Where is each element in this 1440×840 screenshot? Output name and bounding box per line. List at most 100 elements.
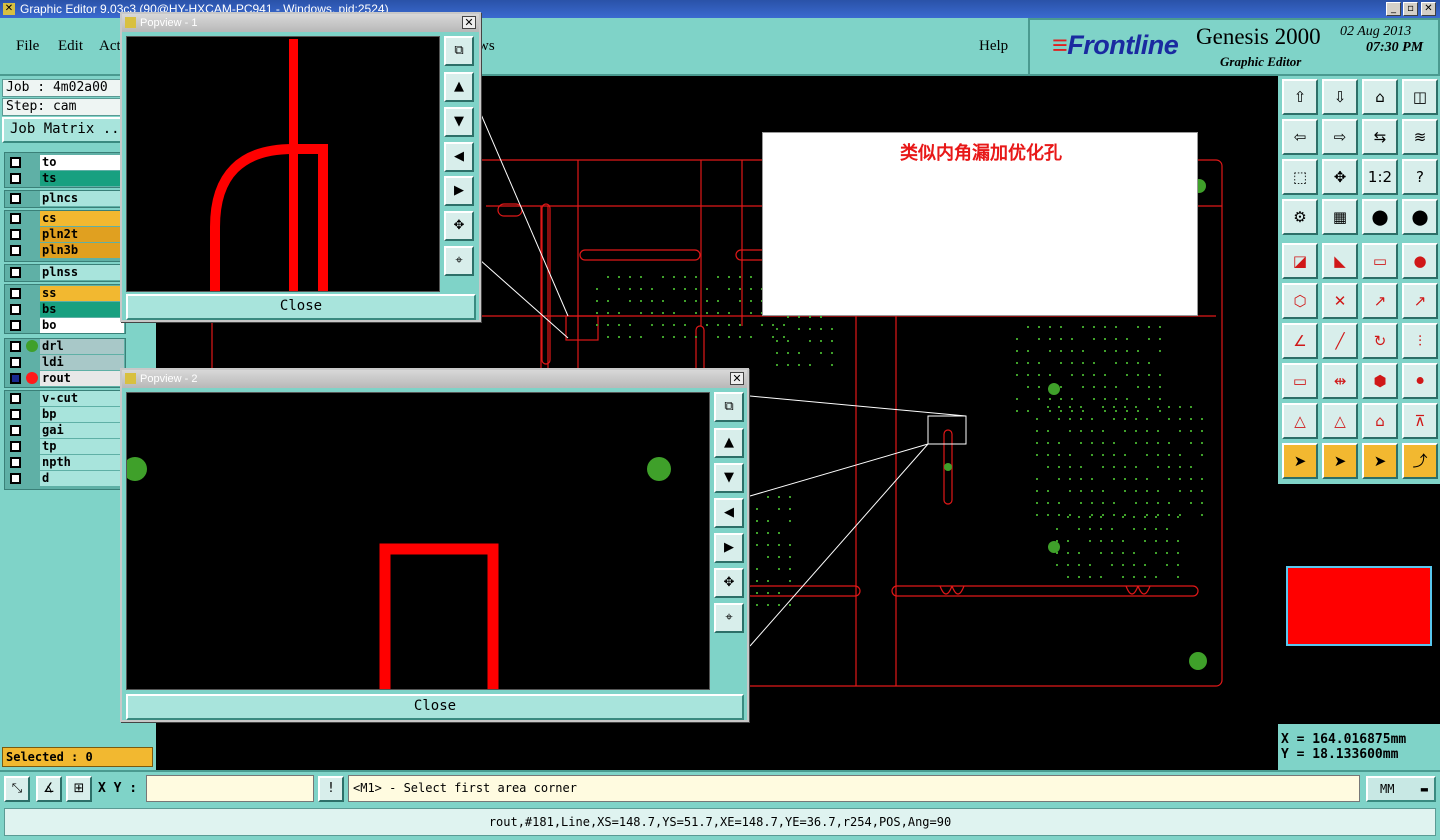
- layer-up-icon[interactable]: ⇧: [1282, 79, 1318, 115]
- layer-checkbox[interactable]: [10, 229, 21, 240]
- popview-left-icon[interactable]: ◀: [444, 142, 474, 172]
- layer-checkbox[interactable]: [10, 245, 21, 256]
- xy-input[interactable]: [146, 775, 314, 802]
- layer-row-d[interactable]: d: [6, 471, 124, 486]
- popview-center-icon[interactable]: ⌖: [444, 246, 474, 276]
- layer-row-pln3b[interactable]: pln3b: [6, 243, 124, 258]
- layer-down-icon[interactable]: ⇩: [1322, 79, 1358, 115]
- center-icon[interactable]: ✥: [1322, 159, 1358, 195]
- home-icon[interactable]: ⌂: [1362, 79, 1398, 115]
- feature-color-icon[interactable]: ⬤: [1362, 199, 1398, 235]
- pointer-box-icon[interactable]: ➤: [1322, 443, 1358, 479]
- layer-row-drl[interactable]: drl: [6, 339, 124, 354]
- layer-checkbox[interactable]: [10, 288, 21, 299]
- layer-checkbox[interactable]: [10, 425, 21, 436]
- fit-icon[interactable]: ⬚: [1282, 159, 1318, 195]
- layer-row-bs[interactable]: bs: [6, 302, 124, 317]
- layer-row-ss[interactable]: ss: [6, 286, 124, 301]
- grid-snap-icon[interactable]: ⊞: [66, 776, 92, 802]
- move-icon[interactable]: ↗: [1402, 283, 1438, 319]
- layer-checkbox[interactable]: [10, 473, 21, 484]
- pointer-icon[interactable]: ➤: [1282, 443, 1318, 479]
- layer-checkbox[interactable]: [10, 373, 21, 384]
- popview-fit-icon[interactable]: ✥: [444, 211, 474, 241]
- layer-row-rout[interactable]: rout: [6, 371, 124, 386]
- layer-checkbox[interactable]: [10, 173, 21, 184]
- layer-row-npth[interactable]: npth: [6, 455, 124, 470]
- layer-row-tp[interactable]: tp: [6, 439, 124, 454]
- move-right-icon[interactable]: ⇨: [1322, 119, 1358, 155]
- popview-close-icon[interactable]: ✕: [730, 372, 744, 385]
- grid-icon[interactable]: ▦: [1322, 199, 1358, 235]
- arch-icon[interactable]: ⌂: [1362, 403, 1398, 439]
- help-icon[interactable]: ?: [1402, 159, 1438, 195]
- feature-red-icon[interactable]: ⬤: [1402, 199, 1438, 235]
- popview-title-bar[interactable]: Popview - 1 ✕: [122, 14, 479, 32]
- popview-close-icon[interactable]: ✕: [462, 16, 476, 29]
- layer-row-cs[interactable]: cs: [6, 211, 124, 226]
- layer-row-pln2t[interactable]: pln2t: [6, 227, 124, 242]
- pad-icon[interactable]: ●: [1402, 243, 1438, 279]
- snake-icon[interactable]: ≋: [1402, 119, 1438, 155]
- bar-icon[interactable]: ⇹: [1322, 363, 1358, 399]
- popview-1-view[interactable]: [126, 36, 440, 292]
- polarity-icon[interactable]: ▭: [1282, 363, 1318, 399]
- move-left-icon[interactable]: ⇦: [1282, 119, 1318, 155]
- menu-help[interactable]: Help: [979, 38, 1008, 55]
- ruler-icon[interactable]: ▭: [1362, 243, 1398, 279]
- layer-checkbox[interactable]: [10, 341, 21, 352]
- close-window-button[interactable]: ✕: [1421, 2, 1436, 16]
- swap-icon[interactable]: ⇆: [1362, 119, 1398, 155]
- pointer-net-icon[interactable]: ⤴: [1402, 443, 1438, 479]
- layer-checkbox[interactable]: [10, 441, 21, 452]
- drag-icon[interactable]: ↗: [1362, 283, 1398, 319]
- tools-icon[interactable]: ⚙: [1282, 199, 1318, 235]
- layer-checkbox[interactable]: [10, 213, 21, 224]
- popview-close-button[interactable]: Close: [126, 694, 744, 720]
- layer-row-bo[interactable]: bo: [6, 318, 124, 333]
- popview-up-icon[interactable]: ▲: [444, 72, 474, 102]
- angle-snap-icon[interactable]: ∡: [36, 776, 62, 802]
- measure-icon[interactable]: ◣: [1322, 243, 1358, 279]
- rotate-icon[interactable]: ↻: [1362, 323, 1398, 359]
- cross-icon[interactable]: ✕: [1322, 283, 1358, 319]
- layer-checkbox[interactable]: [10, 357, 21, 368]
- popview-right-icon[interactable]: ▶: [444, 176, 474, 206]
- layer-row-plnss[interactable]: plnss: [6, 265, 124, 280]
- line-icon[interactable]: ╱: [1322, 323, 1358, 359]
- window-icon[interactable]: ◫: [1402, 79, 1438, 115]
- popview-down-icon[interactable]: ▼: [714, 463, 744, 493]
- maximize-button[interactable]: ▫: [1403, 2, 1418, 16]
- angle-icon[interactable]: ∠: [1282, 323, 1318, 359]
- align-icon[interactable]: ⫶: [1402, 323, 1438, 359]
- units-select[interactable]: MM ▬: [1366, 776, 1436, 802]
- popview-title-bar[interactable]: Popview - 2 ✕: [122, 370, 747, 388]
- menu-edit[interactable]: Edit: [58, 38, 83, 55]
- menu-actions[interactable]: Act: [99, 38, 121, 55]
- layer-row-bp[interactable]: bp: [6, 407, 124, 422]
- layer-checkbox[interactable]: [10, 457, 21, 468]
- popview-zoom-window-icon[interactable]: ⧉: [714, 392, 744, 422]
- popview-right-icon[interactable]: ▶: [714, 533, 744, 563]
- snap-icon[interactable]: ⤡: [4, 776, 30, 802]
- popview-2-view[interactable]: [126, 392, 710, 690]
- popview-1[interactable]: Popview - 1 ✕ ⧉ ▲ ▼ ◀ ▶ ✥ ⌖ Close: [120, 12, 481, 322]
- layer-row-to[interactable]: to: [6, 155, 124, 170]
- layer-checkbox[interactable]: [10, 409, 21, 420]
- layer-checkbox[interactable]: [10, 267, 21, 278]
- arch-x-icon[interactable]: ⊼: [1402, 403, 1438, 439]
- scale-icon[interactable]: 1:2: [1362, 159, 1398, 195]
- popview-close-button[interactable]: Close: [126, 294, 476, 320]
- popview-zoom-window-icon[interactable]: ⧉: [444, 36, 474, 66]
- blob-icon[interactable]: ⚫: [1402, 363, 1438, 399]
- layer-checkbox[interactable]: [10, 393, 21, 404]
- minimize-button[interactable]: _: [1386, 2, 1401, 16]
- popview-center-icon[interactable]: ⌖: [714, 603, 744, 633]
- layer-row-ts[interactable]: ts: [6, 171, 124, 186]
- triangle-icon[interactable]: △: [1282, 403, 1318, 439]
- popview-up-icon[interactable]: ▲: [714, 428, 744, 458]
- layer-checkbox[interactable]: [10, 304, 21, 315]
- pointer-rect-icon[interactable]: ➤: [1362, 443, 1398, 479]
- connect-icon[interactable]: ⬡: [1282, 283, 1318, 319]
- popview-down-icon[interactable]: ▼: [444, 107, 474, 137]
